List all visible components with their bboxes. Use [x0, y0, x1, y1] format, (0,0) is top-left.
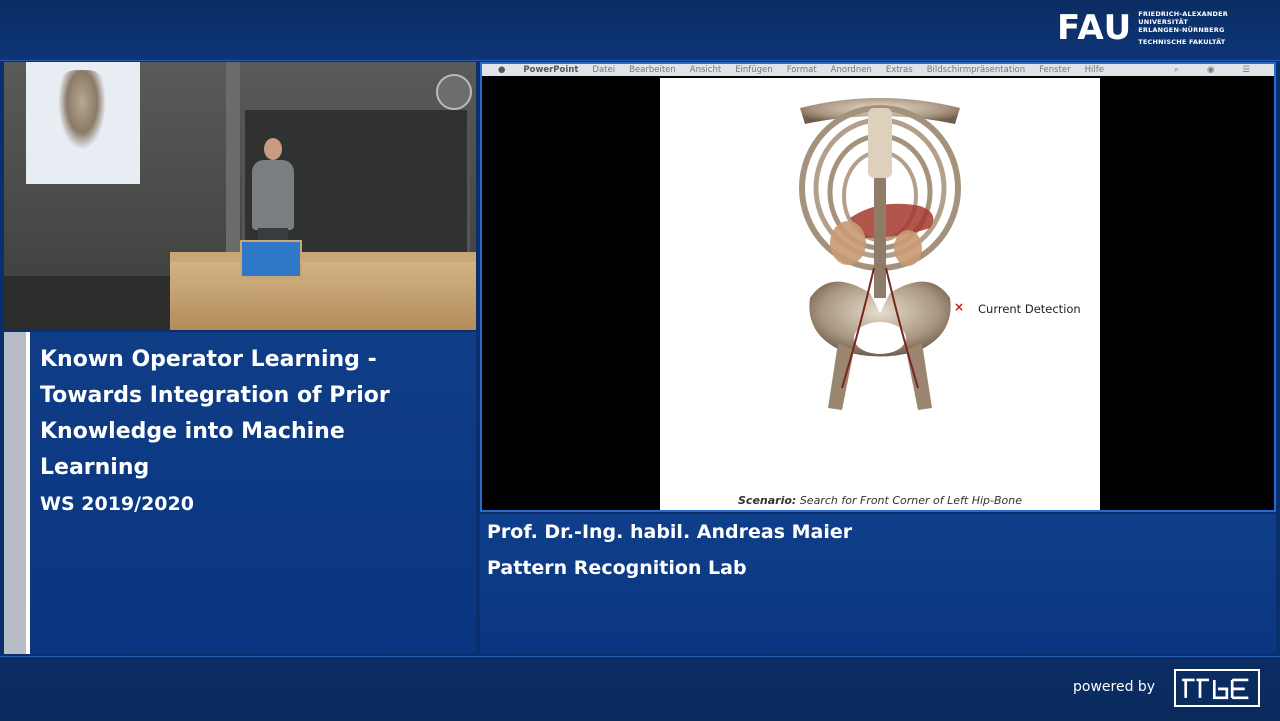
fau-logo-mark: FAU: [1057, 8, 1133, 48]
fau-logo-line: ERLANGEN-NÜRNBERG: [1138, 26, 1225, 34]
lecture-title: Known Operator Learning - Towards Integr…: [40, 347, 390, 480]
fau-tv-logo-icon: [1174, 669, 1260, 707]
scenario-label: Scenario:: [738, 494, 797, 507]
menu-item-anordnen[interactable]: Anordnen: [831, 65, 872, 75]
detection-marker: ×: [954, 300, 965, 314]
floor: [4, 276, 170, 330]
menu-item-bearbeiten[interactable]: Bearbeiten: [629, 65, 676, 75]
lecture-camera-video: [4, 62, 476, 330]
scenario-text: Search for Front Corner of Left Hip-Bone: [799, 494, 1022, 507]
wall-pillar: [226, 62, 240, 272]
speaker-panel: Prof. Dr.-Ing. habil. Andreas Maier Patt…: [480, 514, 1276, 654]
notification-list-icon[interactable]: ☰: [1242, 65, 1250, 75]
menu-item-format[interactable]: Format: [787, 65, 817, 75]
detection-label: Current Detection: [978, 302, 1081, 316]
fau-logo: FAU FRIEDRICH-ALEXANDER UNIVERSITÄT ERLA…: [1057, 10, 1228, 46]
apple-menu-icon[interactable]: ●: [498, 65, 505, 75]
slide-view: ● PowerPoint Datei Bearbeiten Ansicht Ei…: [480, 62, 1276, 512]
menu-item-fenster[interactable]: Fenster: [1039, 65, 1071, 75]
fau-logo-text: FRIEDRICH-ALEXANDER UNIVERSITÄT ERLANGEN…: [1138, 10, 1228, 46]
top-bar: FAU FRIEDRICH-ALEXANDER UNIVERSITÄT ERLA…: [0, 0, 1280, 61]
speaker-name: Prof. Dr.-Ing. habil. Andreas Maier: [487, 521, 853, 543]
powered-by-text: powered by: [1073, 679, 1156, 695]
projection-screen: [26, 62, 140, 184]
fau-logo-line: FRIEDRICH-ALEXANDER: [1138, 10, 1228, 18]
scenario-caption: Scenario: Search for Front Corner of Lef…: [660, 494, 1100, 507]
menubar-status-icons: ⌕ ◉ ☰: [1174, 65, 1274, 75]
menu-item-einfuegen[interactable]: Einfügen: [735, 65, 773, 75]
skeleton-rendering-image: [799, 98, 961, 410]
menu-item-extras[interactable]: Extras: [886, 65, 913, 75]
menu-item-datei[interactable]: Datei: [592, 65, 615, 75]
fau-logo-faculty: TECHNISCHE FAKULTÄT: [1138, 38, 1226, 46]
title-panel-stripe: [4, 332, 26, 654]
menu-item-hilfe[interactable]: Hilfe: [1085, 65, 1104, 75]
university-seal-icon: [436, 74, 472, 110]
speaker-lab: Pattern Recognition Lab: [487, 557, 747, 579]
powerpoint-menubar: ● PowerPoint Datei Bearbeiten Ansicht Ei…: [482, 64, 1274, 76]
lecturer-figure: [244, 138, 302, 256]
slide-canvas: × Current Detection Scenario: Search for…: [660, 78, 1100, 510]
search-icon[interactable]: ⌕: [1174, 65, 1179, 75]
bottom-bar: powered by: [0, 656, 1280, 721]
siri-icon[interactable]: ◉: [1207, 65, 1214, 75]
menu-app-name[interactable]: PowerPoint: [523, 65, 578, 75]
lectern-screen: [240, 240, 302, 278]
lecture-desk: [170, 252, 476, 330]
lecture-title-panel: Known Operator Learning - Towards Integr…: [4, 332, 476, 654]
menu-item-ansicht[interactable]: Ansicht: [690, 65, 721, 75]
menu-item-bildschirmpraesentation[interactable]: Bildschirmpräsentation: [927, 65, 1025, 75]
lecture-desk-top: [170, 252, 476, 262]
fau-logo-line: UNIVERSITÄT: [1138, 18, 1189, 26]
title-panel-stripe-highlight: [26, 332, 30, 654]
lecture-semester: WS 2019/2020: [40, 493, 194, 515]
